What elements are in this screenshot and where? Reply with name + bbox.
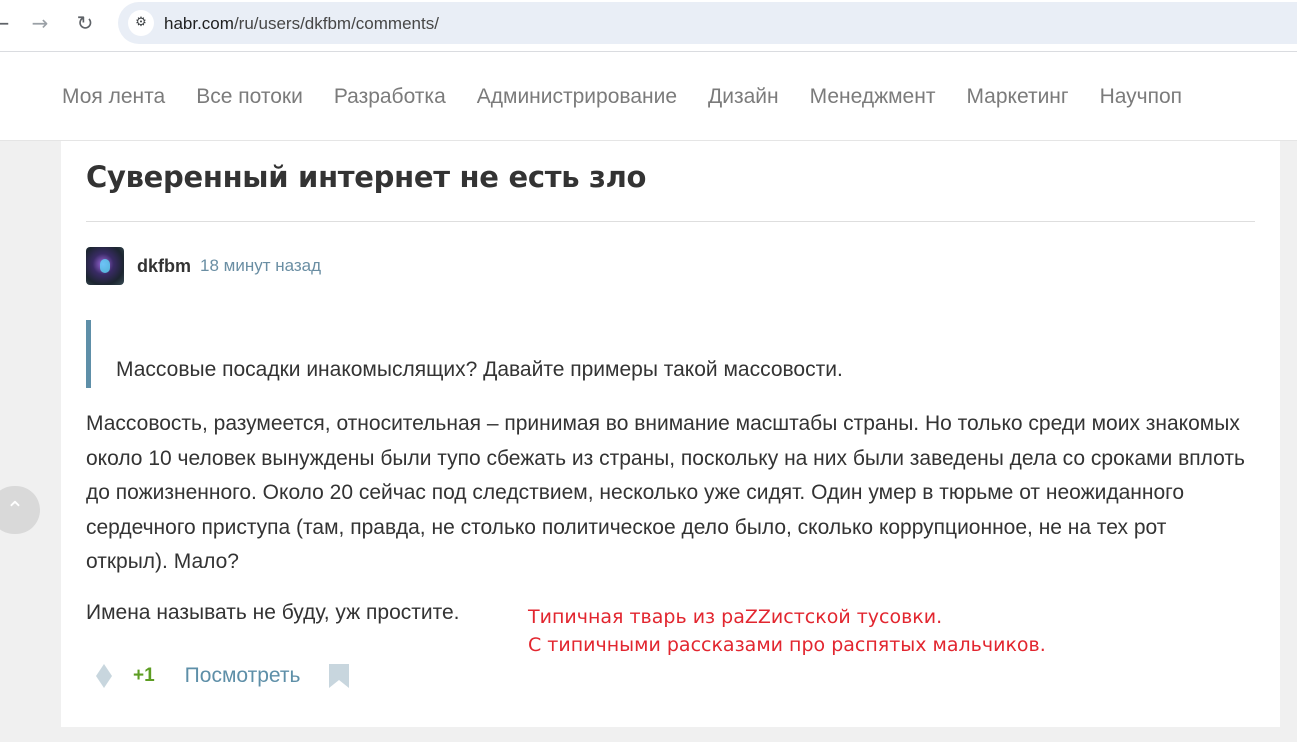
nav-item[interactable]: Научпоп <box>1100 85 1182 109</box>
address-bar[interactable]: ⚙ habr.com/ru/users/dkfbm/comments/ <box>118 2 1297 44</box>
url-text[interactable]: habr.com/ru/users/dkfbm/comments/ <box>164 14 439 34</box>
username-link[interactable]: dkfbm <box>137 256 191 277</box>
nav-list: Моя лента Все потоки Разработка Администрир… <box>62 85 1213 109</box>
red-annotation: Типичная тварь из paZZистской тусовки. С… <box>528 603 1046 659</box>
comment-time[interactable]: 18 минут назад <box>200 256 321 276</box>
vote-diamond-icon[interactable] <box>95 663 113 689</box>
nav-item[interactable]: Маркетинг <box>966 85 1068 109</box>
quote-text: Массовые посадки инакомыслящих? Давайте … <box>116 358 843 381</box>
view-button[interactable]: Посмотреть <box>185 664 301 688</box>
nav-item[interactable]: Все потоки <box>196 85 303 109</box>
annotation-line-2: С типичными рассказами про распятых маль… <box>528 634 1046 656</box>
comment-score: +1 <box>133 665 155 686</box>
annotation-line-1: Типичная тварь из paZZистской тусовки. <box>528 606 943 628</box>
nav-item[interactable]: Разработка <box>334 85 446 109</box>
nav-item[interactable]: Администрирование <box>477 85 677 109</box>
nav-item[interactable]: Моя лента <box>62 85 165 109</box>
nav-item[interactable]: Дизайн <box>708 85 779 109</box>
divider <box>86 221 1255 222</box>
arrow-right-icon[interactable]: → <box>25 8 55 38</box>
site-navigation: Моя лента Все потоки Разработка Администрир… <box>0 52 1297 141</box>
comment-card: Суверенный интернет не есть зло dkfbm 18… <box>61 141 1280 727</box>
nav-item[interactable]: Менеджмент <box>810 85 936 109</box>
comment-paragraph-2: Имена называть не буду, уж простите. <box>86 601 460 624</box>
reload-icon[interactable]: ↻ <box>70 8 100 38</box>
scroll-to-top-button[interactable]: ⌃ <box>0 486 40 534</box>
chevron-up-icon: ⌃ <box>5 497 25 522</box>
avatar[interactable] <box>86 247 124 285</box>
bookmark-icon[interactable] <box>328 663 350 689</box>
browser-toolbar: ← → ↻ ⚙ habr.com/ru/users/dkfbm/comments… <box>0 0 1297 52</box>
comment-meta: dkfbm 18 минут назад <box>86 247 321 285</box>
comment-actions: +1 Посмотреть <box>95 661 350 691</box>
arrow-left-icon[interactable]: ← <box>0 8 16 38</box>
post-title[interactable]: Суверенный интернет не есть зло <box>86 160 646 194</box>
comment-paragraph: Массовость, разумеется, относительная – … <box>86 412 1245 573</box>
blockquote: Массовые посадки инакомыслящих? Давайте … <box>86 320 1236 388</box>
tune-icon[interactable]: ⚙ <box>128 10 154 36</box>
